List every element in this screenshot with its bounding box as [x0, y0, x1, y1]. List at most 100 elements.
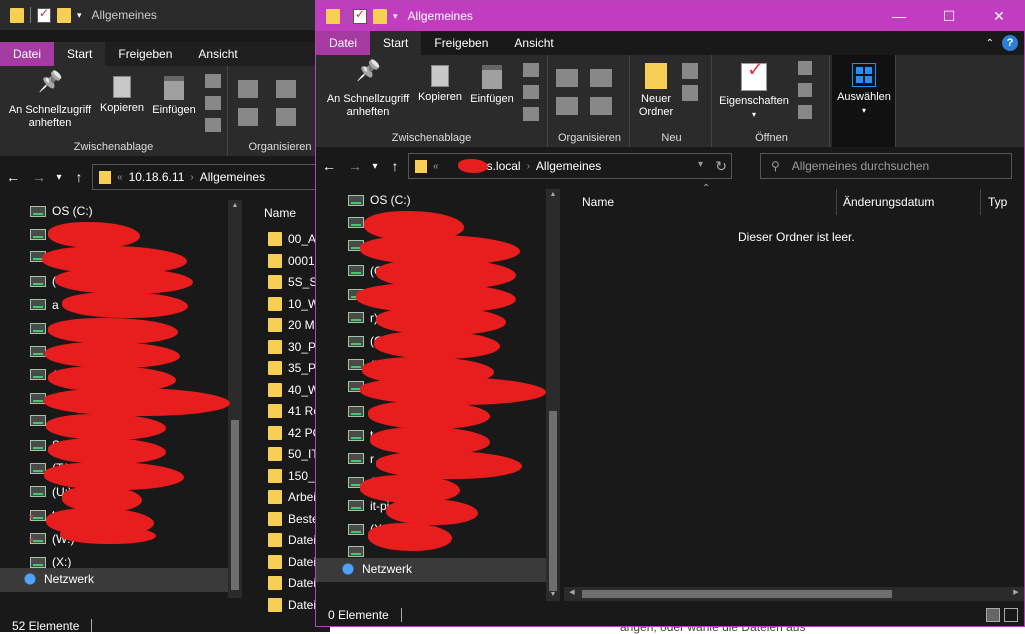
scroll-thumb[interactable] [231, 420, 239, 590]
column-divider[interactable] [980, 189, 981, 215]
column-header-name[interactable]: Name [582, 187, 614, 217]
tab-view[interactable]: Ansicht [501, 31, 566, 55]
new-folder-icon[interactable] [57, 7, 71, 23]
copy-to-icon[interactable] [238, 108, 258, 126]
properties-button[interactable]: Eigenschaften ▾ [716, 63, 792, 121]
address-bar[interactable]: « 10.18.6.11 › Allgemeines [92, 164, 322, 190]
nav-item-drive[interactable]: (X:) [30, 555, 71, 569]
pin-quick-access-button[interactable]: An Schnellzugriff anheften [322, 65, 414, 119]
customize-toolbar-dropdown[interactable]: ▾ [393, 11, 398, 22]
forward-arrow-icon[interactable]: → [26, 169, 52, 185]
list-item[interactable]: 0001_ [268, 253, 321, 268]
move-to-icon[interactable] [556, 69, 578, 87]
list-item[interactable]: 50_IT [268, 447, 319, 461]
list-item[interactable]: Arbeit [268, 490, 319, 504]
scroll-up-icon[interactable]: ▲ [228, 200, 242, 212]
copy-button[interactable]: Kopieren [98, 76, 146, 115]
recent-dropdown-icon[interactable]: ▾ [52, 172, 66, 183]
scroll-thumb[interactable] [582, 590, 892, 598]
properties-icon[interactable] [37, 6, 51, 23]
copy-path-icon[interactable] [523, 85, 539, 99]
help-icon[interactable]: ? [1002, 35, 1018, 51]
new-folder-icon[interactable] [373, 8, 387, 24]
details-view-icon[interactable] [986, 608, 1000, 622]
minimize-icon[interactable]: — [874, 1, 924, 31]
nav-item-drive[interactable]: a [30, 298, 59, 312]
scroll-left-icon[interactable]: ◀ [566, 587, 578, 599]
tab-share[interactable]: Freigeben [105, 42, 185, 66]
tab-view[interactable]: Ansicht [185, 42, 250, 66]
search-input[interactable]: ⚲ Allgemeines durchsuchen [760, 153, 1012, 179]
up-arrow-icon[interactable]: ↑ [382, 158, 408, 174]
paste-button[interactable]: Einfügen [148, 76, 200, 117]
folder-icon [268, 490, 282, 504]
paste-icon [164, 76, 184, 100]
back-arrow-icon[interactable]: ← [316, 158, 342, 174]
easy-access-icon[interactable] [682, 85, 698, 101]
copy-to-icon[interactable] [556, 97, 578, 115]
history-icon[interactable] [798, 105, 812, 119]
cut-icon[interactable] [523, 63, 539, 77]
nav-item-drive[interactable]: OS (C:) [348, 193, 411, 207]
nav-item-drive[interactable]: r [348, 452, 374, 466]
recent-dropdown-icon[interactable]: ▾ [368, 161, 382, 172]
paste-button[interactable]: Einfügen [466, 65, 518, 106]
breadcrumb-segment[interactable]: Allgemeines [536, 159, 601, 173]
column-divider[interactable] [836, 189, 837, 215]
forward-arrow-icon[interactable]: → [342, 158, 368, 174]
copy-button[interactable]: Kopieren [416, 65, 464, 104]
nav-item-drive[interactable]: OS (C:) [30, 204, 93, 218]
tab-file[interactable]: Datei [316, 31, 371, 55]
delete-icon[interactable] [590, 69, 612, 87]
nav-item-network[interactable]: Netzwerk [340, 562, 412, 576]
tab-start[interactable]: Start [370, 31, 422, 55]
delete-icon[interactable] [276, 80, 296, 98]
tab-share[interactable]: Freigeben [421, 31, 501, 55]
list-item[interactable]: 20 MZ [268, 318, 322, 332]
pin-quick-access-button[interactable]: An Schnellzugriff anheften [4, 76, 96, 130]
tab-file[interactable]: Datei [0, 42, 55, 66]
select-button[interactable]: Auswählen ▾ [834, 63, 894, 117]
nav-item-drive[interactable] [348, 545, 370, 557]
address-bar[interactable]: « vs.local › Allgemeines ▾ ↻ [408, 153, 732, 179]
rename-icon[interactable] [590, 97, 612, 115]
scroll-right-icon[interactable]: ▶ [1010, 587, 1022, 599]
column-header-type[interactable]: Typ [988, 187, 1007, 217]
paste-shortcut-icon[interactable] [523, 107, 539, 121]
rename-icon[interactable] [276, 108, 296, 126]
new-folder-button[interactable]: Neuer Ordner [634, 63, 678, 119]
open-icon[interactable] [798, 61, 812, 75]
back-arrow-icon[interactable]: ← [0, 169, 26, 185]
up-arrow-icon[interactable]: ↑ [66, 169, 92, 185]
column-header-modified[interactable]: Änderungsdatum [843, 187, 934, 217]
address-dropdown-icon[interactable]: ▾ [698, 159, 703, 170]
scroll-down-icon[interactable]: ▼ [546, 589, 560, 601]
move-to-icon[interactable] [238, 80, 258, 98]
copy-path-icon[interactable] [205, 96, 221, 110]
large-icons-view-icon[interactable] [1004, 608, 1018, 622]
properties-icon[interactable] [353, 7, 367, 24]
cut-icon[interactable] [205, 74, 221, 88]
collapse-ribbon-icon[interactable]: ⌃ [986, 38, 994, 49]
refresh-icon[interactable]: ↻ [715, 158, 727, 175]
list-item[interactable]: 42 PO [268, 425, 322, 440]
nav-scrollbar[interactable]: ▲ [228, 200, 242, 598]
new-item-icon[interactable] [682, 63, 698, 79]
edit-icon[interactable] [798, 83, 812, 97]
nav-item-network[interactable]: Netzwerk [22, 572, 94, 586]
list-item[interactable]: Bestel [268, 511, 321, 526]
customize-toolbar-dropdown[interactable]: ▾ [77, 10, 82, 21]
tab-start[interactable]: Start [54, 42, 106, 66]
paste-shortcut-icon[interactable] [205, 118, 221, 132]
list-item[interactable]: Dateii [268, 597, 319, 612]
breadcrumb-segment[interactable]: 10.18.6.11 [129, 170, 185, 184]
scroll-thumb[interactable] [549, 411, 557, 591]
horizontal-scrollbar[interactable]: ◀ ▶ [564, 587, 1024, 601]
scroll-up-icon[interactable]: ▲ [546, 189, 560, 201]
column-header-name[interactable]: Name [264, 198, 296, 228]
maximize-icon[interactable]: ☐ [924, 1, 974, 31]
search-icon: ⚲ [771, 159, 780, 173]
breadcrumb-segment[interactable]: Allgemeines [200, 170, 265, 184]
nav-scrollbar[interactable]: ▲ ▼ [546, 189, 560, 601]
close-icon[interactable]: ✕ [974, 1, 1024, 31]
